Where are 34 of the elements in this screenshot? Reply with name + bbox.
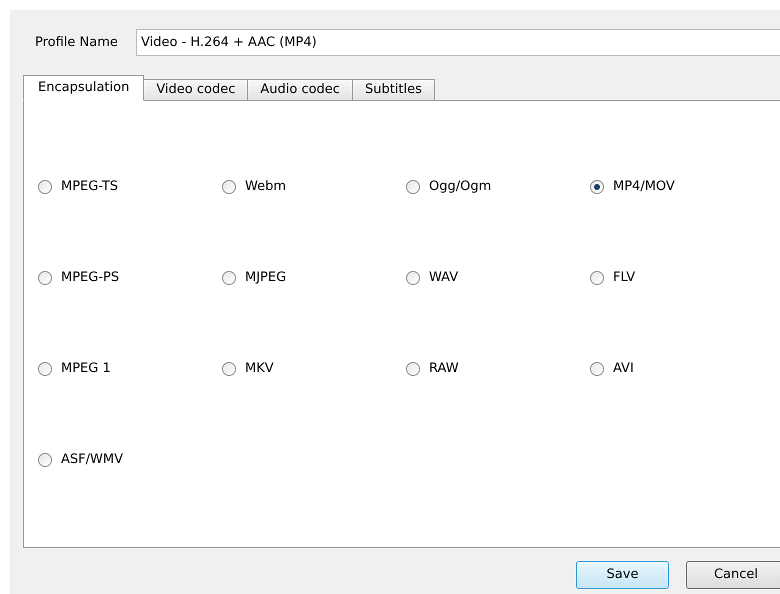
- radio-button[interactable]: [590, 271, 604, 285]
- radio-button[interactable]: [406, 362, 420, 376]
- radio-button[interactable]: [406, 271, 420, 285]
- radio-button[interactable]: [222, 180, 236, 194]
- radio-button[interactable]: [590, 180, 604, 194]
- tab[interactable]: Audio codec: [247, 79, 353, 101]
- option-label: MKV: [245, 360, 274, 378]
- field-label: Profile Name: [35, 34, 119, 52]
- option-label: WAV: [429, 269, 458, 288]
- option-label: Webm: [245, 178, 286, 196]
- radio-button[interactable]: [38, 362, 52, 376]
- tab[interactable]: Video codec: [143, 79, 248, 101]
- option-label: MPEG-TS: [61, 178, 118, 196]
- tab[interactable]: Encapsulation: [23, 75, 144, 101]
- option-label: RAW: [429, 360, 459, 378]
- radio-button[interactable]: [222, 271, 236, 285]
- option-label: Ogg/Ogm: [429, 178, 492, 196]
- option-label: AVI: [613, 360, 634, 378]
- dialog-button[interactable]: Cancel: [686, 561, 780, 589]
- radio-button[interactable]: [38, 271, 52, 285]
- option-label: MPEG-PS: [61, 269, 120, 288]
- radio-button[interactable]: [406, 180, 420, 194]
- radio-button[interactable]: [38, 453, 52, 467]
- input-field[interactable]: Video - H.264 + AAC (MP4): [136, 29, 780, 56]
- radio-button[interactable]: [590, 362, 604, 376]
- radio-button[interactable]: [222, 362, 236, 376]
- option-label: FLV: [613, 269, 636, 288]
- option-label: MPEG 1: [61, 360, 111, 378]
- dialog-button[interactable]: Save: [576, 561, 669, 589]
- option-label: MJPEG: [245, 269, 286, 288]
- radio-button[interactable]: [38, 180, 52, 194]
- option-label: ASF/WMV: [61, 451, 123, 470]
- option-label: MP4/MOV: [613, 178, 675, 196]
- tab[interactable]: Subtitles: [352, 79, 435, 101]
